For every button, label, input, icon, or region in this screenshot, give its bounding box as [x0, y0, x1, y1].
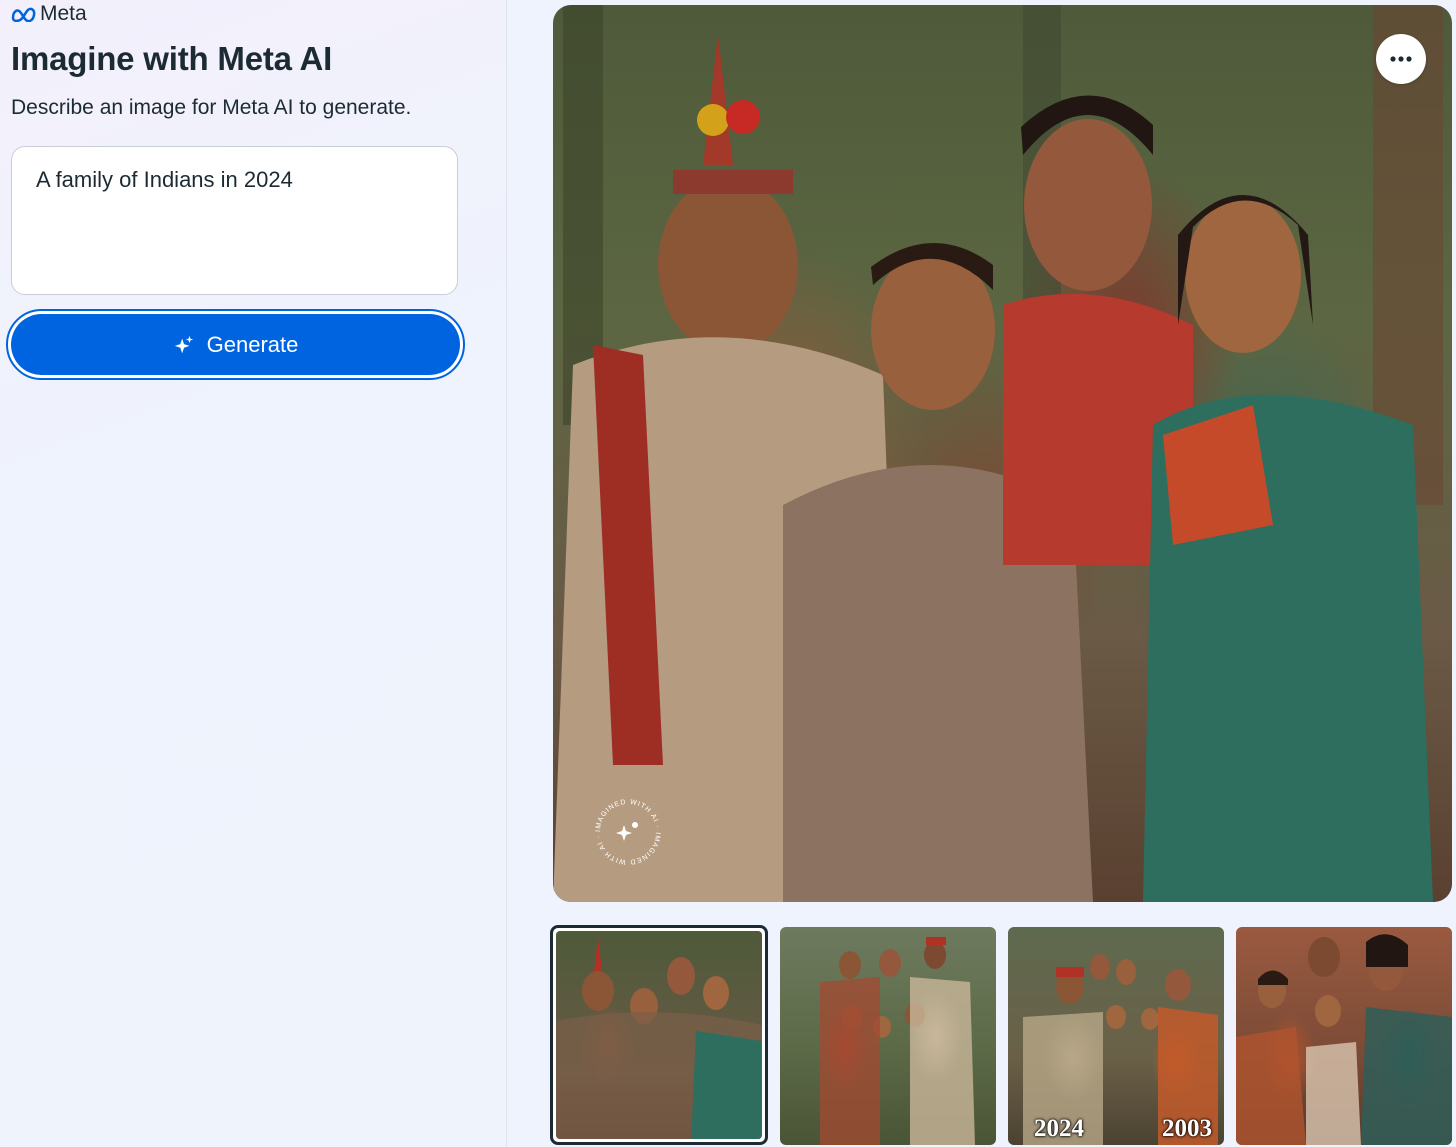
- thumbnail-year-left: 2024: [1034, 1115, 1084, 1142]
- thumbnail-1[interactable]: [550, 925, 768, 1145]
- more-options-icon: [1390, 56, 1412, 62]
- generate-button-focus-ring: Generate: [6, 309, 465, 380]
- thumbnail-year-right: 2003: [1162, 1115, 1212, 1142]
- brand-name: Meta: [40, 2, 87, 25]
- thumbnail-scene: [1236, 934, 1452, 1145]
- thumbnail-strip: 2024 2003: [550, 925, 1456, 1147]
- meta-logo-icon: [11, 7, 36, 22]
- thumbnail-image: [780, 927, 996, 1145]
- page-subtitle: Describe an image for Meta AI to generat…: [11, 96, 412, 119]
- generate-button[interactable]: Generate: [11, 314, 460, 375]
- thumbnail-image: [556, 931, 762, 1139]
- thumbnail-scene: [556, 936, 762, 1139]
- thumbnail-2[interactable]: [780, 927, 996, 1145]
- thumbnail-3[interactable]: 2024 2003: [1008, 927, 1224, 1145]
- meta-brand[interactable]: Meta: [10, 2, 87, 26]
- imagined-with-ai-watermark-icon: IMAGINED WITH AI · IMAGINED WITH AI ·: [595, 799, 660, 865]
- thumbnail-scene: [820, 937, 975, 1145]
- prompt-text[interactable]: A family of Indians in 2024: [36, 167, 433, 193]
- page-title: Imagine with Meta AI: [11, 40, 333, 77]
- thumbnail-scene: [1023, 954, 1218, 1145]
- generated-image[interactable]: IMAGINED WITH AI · IMAGINED WITH AI ·: [553, 5, 1452, 902]
- more-options-button[interactable]: [1376, 34, 1426, 84]
- thumbnail-image: 2024 2003: [1008, 927, 1224, 1145]
- sidebar: Meta Imagine with Meta AI Describe an im…: [0, 0, 507, 1147]
- sparkle-icon: [174, 335, 193, 353]
- image-scene: [553, 5, 1443, 902]
- thumbnail-image: [1236, 927, 1452, 1145]
- generate-button-label: Generate: [206, 331, 299, 357]
- thumbnail-4[interactable]: [1236, 927, 1452, 1145]
- prompt-input[interactable]: A family of Indians in 2024: [11, 146, 458, 295]
